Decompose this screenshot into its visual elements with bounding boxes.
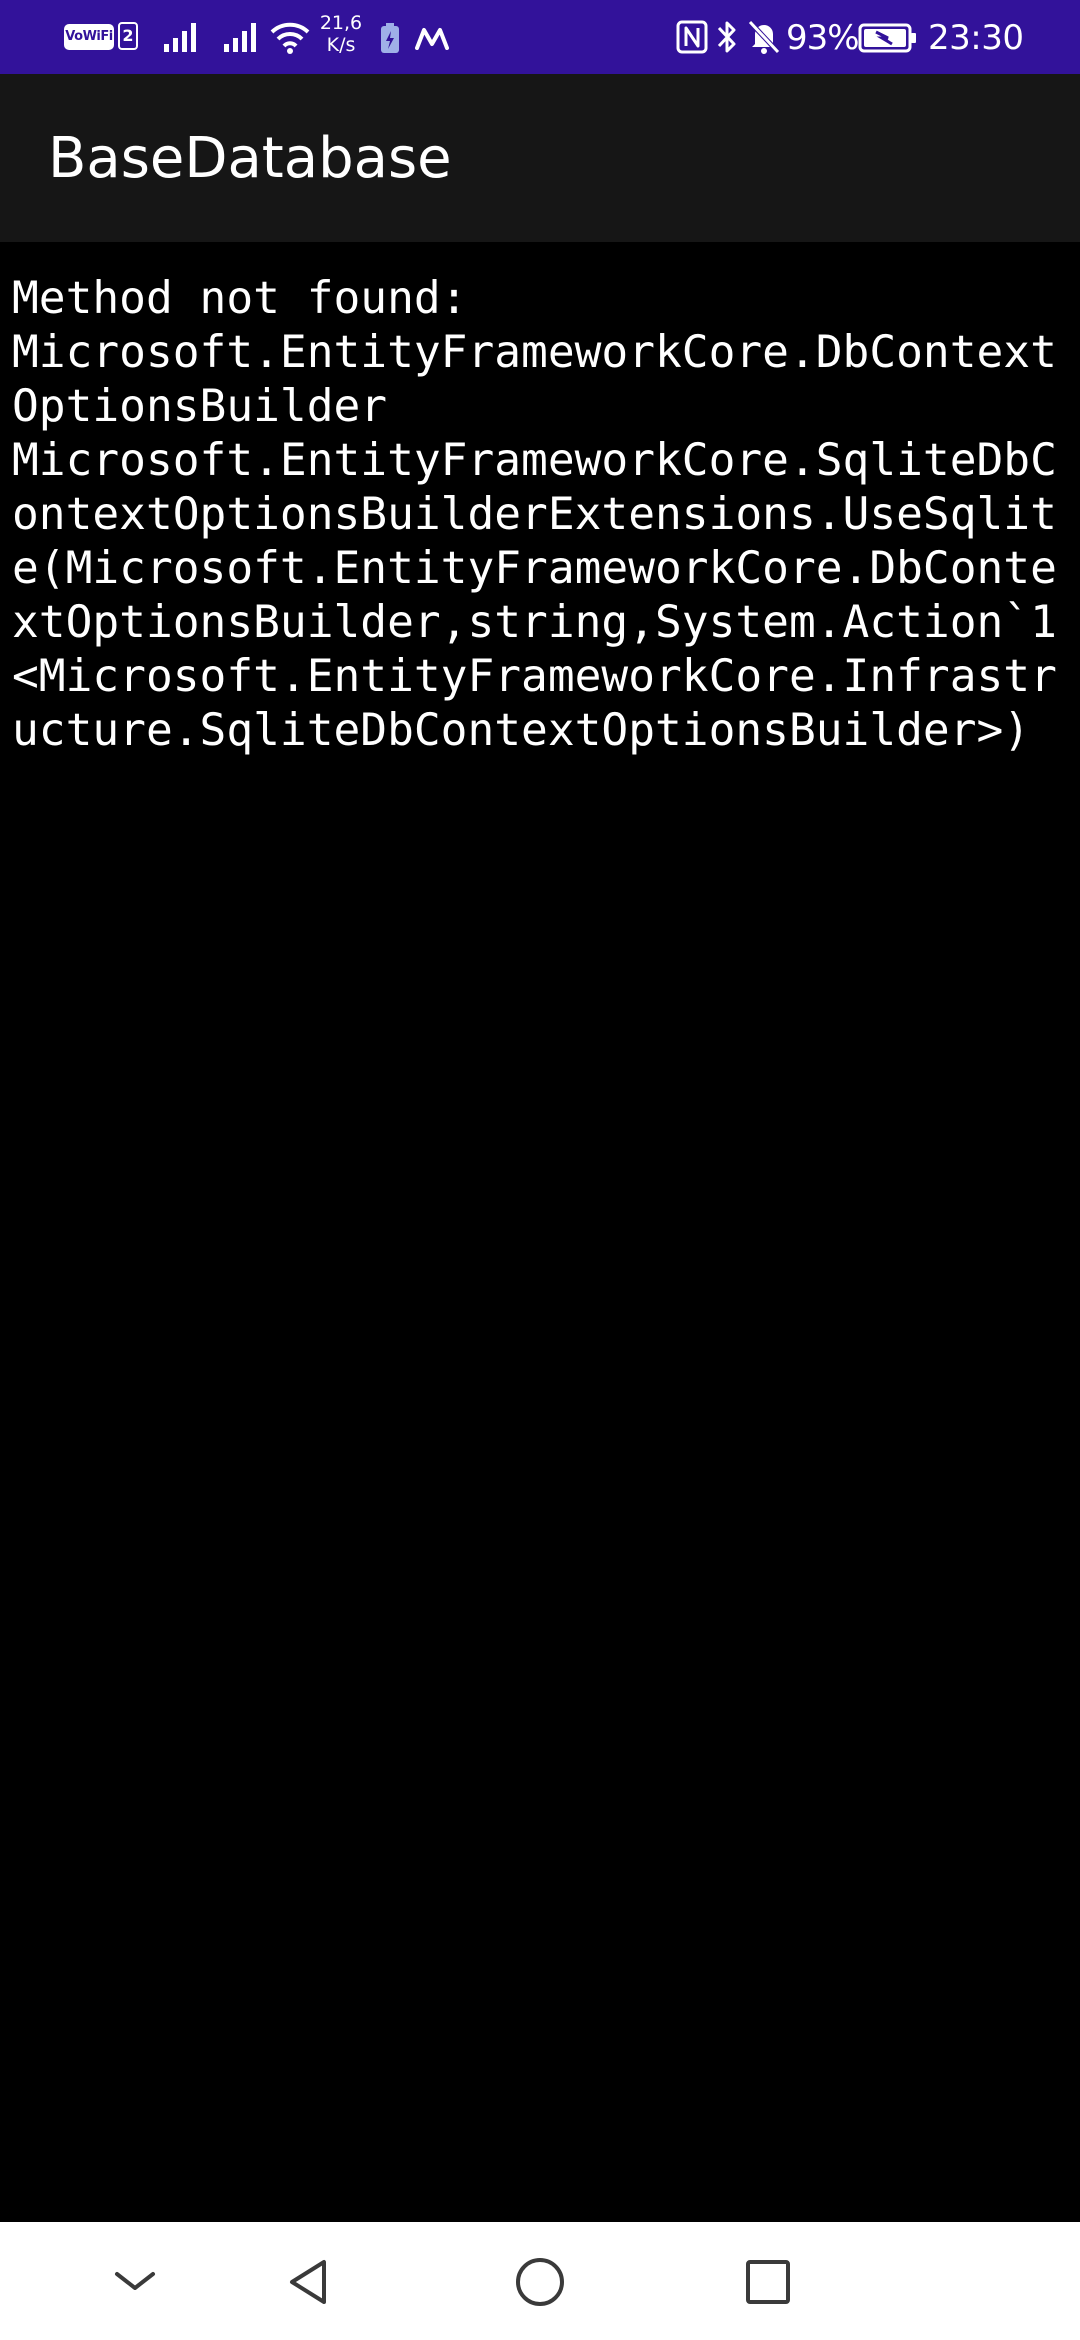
network-speed-unit: K/s <box>326 34 356 56</box>
recents-icon <box>746 2260 790 2304</box>
app-m-icon <box>415 28 449 50</box>
vowifi-icon: VoWiFi <box>64 24 114 50</box>
nfc-icon <box>676 20 708 54</box>
screen: VoWiFi 2 21,6 K/s 93% 23:30 BaseDatabase… <box>0 0 1080 2340</box>
network-speed: 21,6 K/s <box>316 12 366 56</box>
collapse-nav-button[interactable] <box>95 2242 175 2322</box>
chevron-down-icon <box>115 2272 155 2290</box>
status-bar: VoWiFi 2 21,6 K/s 93% 23:30 <box>0 0 1080 74</box>
home-button[interactable] <box>500 2242 580 2322</box>
battery-icon <box>858 23 916 53</box>
recents-button[interactable] <box>728 2242 808 2322</box>
app-bar: BaseDatabase <box>0 74 1080 242</box>
error-message: Method not found: Microsoft.EntityFramew… <box>12 273 1057 756</box>
back-button[interactable] <box>270 2242 350 2322</box>
signal-icon <box>224 23 256 52</box>
battery-saver-icon <box>381 23 399 53</box>
back-icon <box>290 2260 326 2304</box>
clock: 23:30 <box>928 18 1024 58</box>
content-area[interactable]: Method not found: Microsoft.EntityFramew… <box>0 242 1080 2222</box>
signal-icon <box>164 23 196 52</box>
home-icon <box>516 2258 564 2306</box>
network-speed-value: 21,6 <box>319 12 363 34</box>
bluetooth-icon <box>717 21 736 53</box>
mute-icon <box>748 20 780 54</box>
app-title: BaseDatabase <box>48 126 452 191</box>
battery-percent: 93% <box>786 18 860 58</box>
wifi-icon <box>270 22 310 54</box>
sim-number-badge: 2 <box>118 22 138 50</box>
navigation-bar <box>0 2222 1080 2340</box>
